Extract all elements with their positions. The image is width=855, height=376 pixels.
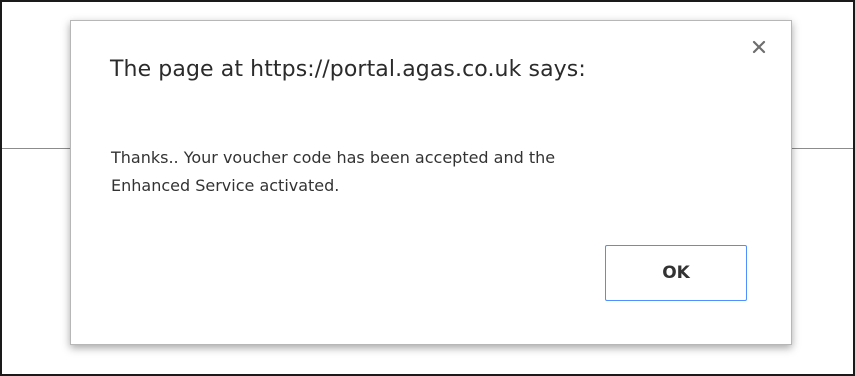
dialog-message: Thanks.. Your voucher code has been acce…	[111, 148, 556, 195]
browser-page: The page at https://portal.agas.co.uk sa…	[0, 0, 855, 376]
close-icon[interactable]	[751, 39, 767, 55]
alert-dialog: The page at https://portal.agas.co.uk sa…	[70, 20, 792, 345]
dialog-title: The page at https://portal.agas.co.uk sa…	[110, 57, 586, 82]
ok-button[interactable]: OK	[605, 245, 747, 301]
